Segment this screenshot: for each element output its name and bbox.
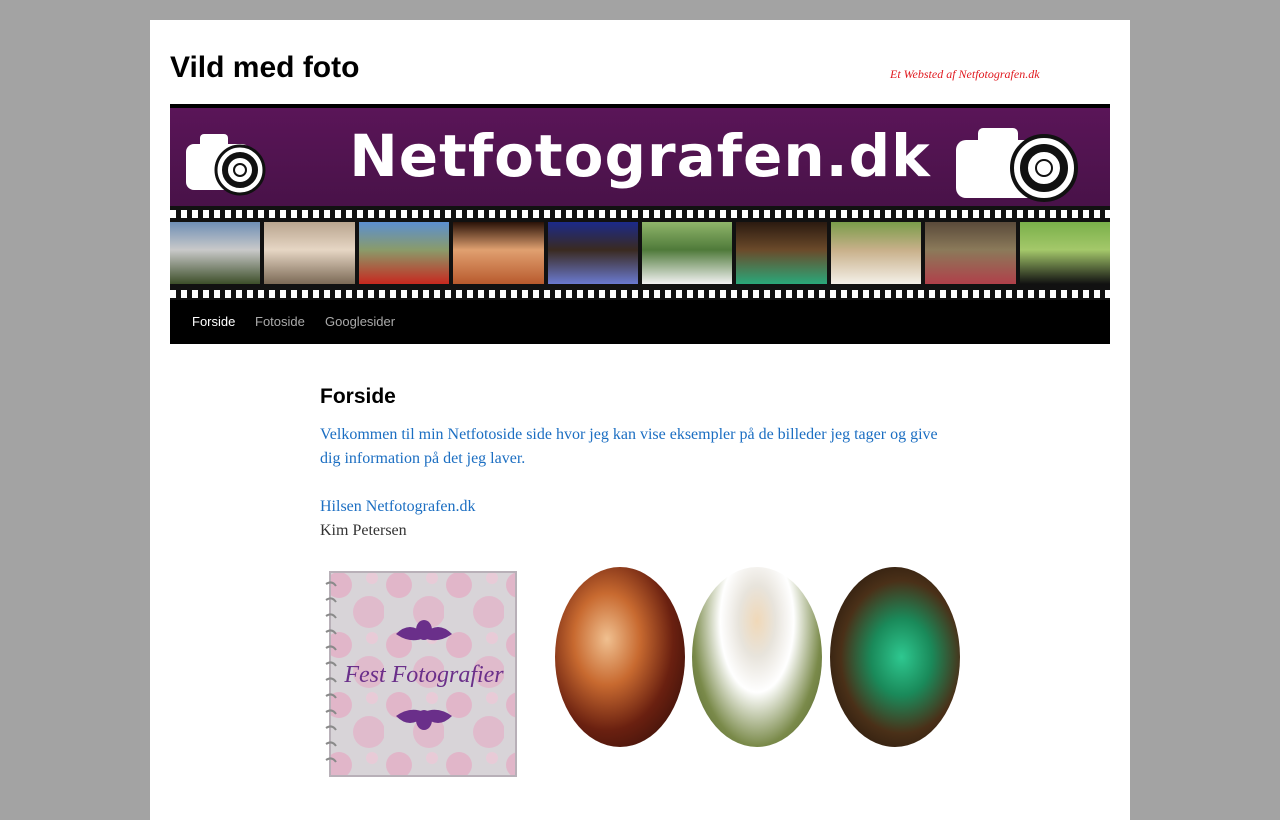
film-frames [170, 222, 1110, 284]
svg-text:Fest Fotografier: Fest Fotografier [343, 662, 504, 688]
dance-photo-thumbnail[interactable] [830, 567, 960, 747]
author-name: Kim Petersen [320, 522, 407, 539]
site-description: Et Websted af Netfotografen.dk [890, 67, 1040, 81]
film-frame-wizard-scene [547, 222, 639, 284]
camera-icon [956, 128, 1078, 202]
film-frame-bridesmaids [830, 222, 922, 284]
film-frame-black-dog [1019, 222, 1110, 284]
film-sprockets [170, 210, 1110, 218]
film-frame-dancers [736, 222, 827, 284]
page-wrapper: Vild med foto Et Websted af Netfotografe… [150, 20, 1130, 820]
fest-fotografier-album-image[interactable]: Fest Fotografier [324, 570, 520, 780]
film-frame-bride-and-car [642, 222, 733, 284]
theatre-photo-thumbnail[interactable] [555, 567, 685, 747]
main-navigation: Forside Fotoside Googlesider [170, 300, 1110, 344]
nav-item-fotoside[interactable]: Fotoside [255, 314, 305, 329]
greeting-link[interactable]: Hilsen Netfotografen.dk [320, 495, 476, 519]
film-frame-hands-on-tree [264, 222, 355, 284]
bride-photo-thumbnail[interactable] [692, 567, 822, 747]
intro-text: Velkommen til min Netfotoside side hvor … [320, 426, 938, 467]
site-title[interactable]: Vild med foto [170, 48, 359, 88]
nav-item-forside[interactable]: Forside [192, 314, 235, 329]
film-frame-cyclists [170, 222, 261, 284]
film-frame-theatre-couple [453, 222, 544, 284]
film-sprockets [170, 290, 1110, 298]
header-banner-image: Netfotografen.dk [170, 108, 1110, 300]
filmstrip [170, 206, 1110, 300]
film-frame-costumed-pair [925, 222, 1016, 284]
nav-item-googlesider[interactable]: Googlesider [325, 314, 395, 329]
film-frame-red-truck [358, 222, 450, 284]
page-title: Forside [320, 385, 396, 408]
